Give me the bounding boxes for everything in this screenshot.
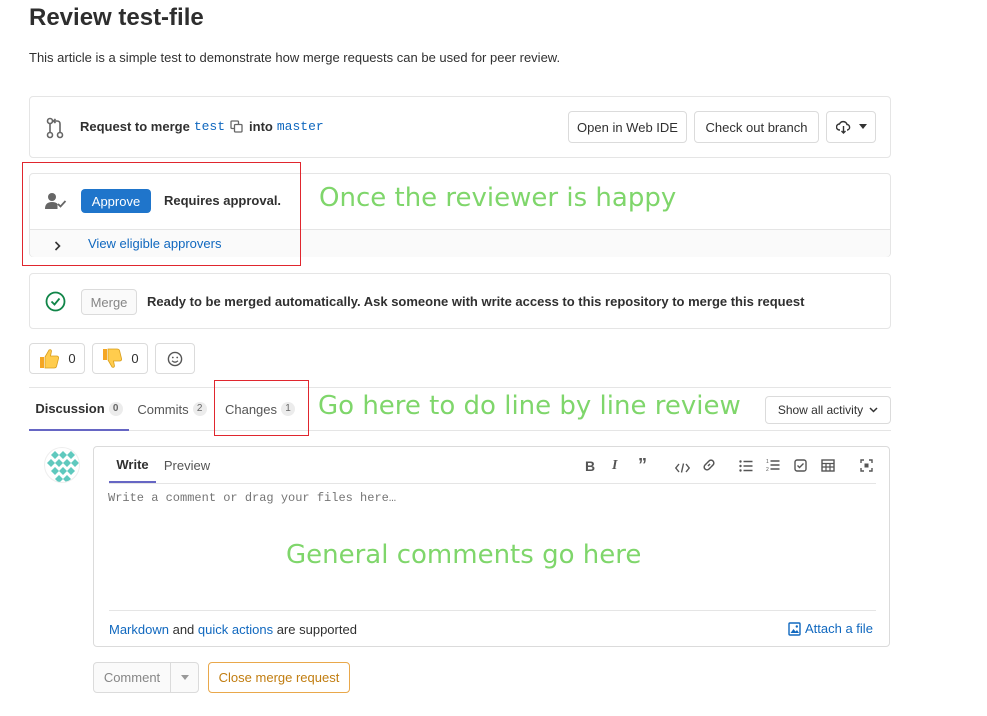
changes-annotation: Go here to do line by line review	[318, 391, 741, 421]
link-icon[interactable]	[702, 458, 716, 477]
supported-text: are supported	[276, 622, 357, 637]
quote-icon[interactable]: ”	[638, 455, 647, 476]
comment-split-button: Comment	[93, 662, 199, 693]
download-dropdown-button[interactable]	[826, 111, 876, 143]
quick-actions-link[interactable]: quick actions	[198, 622, 273, 637]
merge-button[interactable]: Merge	[81, 289, 137, 315]
into-label: into	[249, 119, 273, 134]
editor-toolbar-divider	[109, 483, 876, 484]
comment-annotation: General comments go here	[286, 540, 642, 570]
approval-highlight-box	[22, 162, 301, 266]
page-title: Review test-file	[29, 4, 204, 31]
tab-write-label: Write	[116, 456, 149, 472]
svg-text:1: 1	[766, 459, 769, 465]
merge-request-header: Request to merge test into master Open i…	[29, 96, 891, 158]
page-description: This article is a simple test to demonst…	[29, 50, 561, 65]
tab-preview[interactable]: Preview	[160, 447, 214, 483]
editor-footer-divider	[109, 610, 876, 611]
comment-type-dropdown[interactable]	[171, 663, 198, 692]
close-merge-request-button[interactable]: Close merge request	[208, 662, 350, 693]
avatar[interactable]	[44, 447, 80, 483]
request-to-merge-label: Request to merge	[80, 119, 190, 134]
tab-commits-count: 2	[192, 402, 207, 416]
activity-filter-label: Show all activity	[777, 403, 864, 417]
image-icon	[788, 621, 801, 636]
table-icon[interactable]	[821, 459, 835, 477]
tabs-bottom-divider	[29, 430, 891, 431]
italic-icon[interactable]: I	[612, 458, 617, 474]
source-branch[interactable]: test	[194, 119, 225, 134]
target-branch[interactable]: master	[277, 119, 324, 134]
chevron-down-icon	[869, 407, 878, 413]
and-text: and	[172, 622, 195, 637]
tab-write[interactable]: Write	[109, 447, 156, 483]
thumbs-down-award[interactable]: 0	[92, 343, 148, 374]
numbered-list-icon[interactable]: 12	[766, 458, 780, 477]
approval-annotation: Once the reviewer is happy	[319, 183, 677, 213]
add-reaction-button[interactable]	[155, 343, 195, 374]
bold-icon[interactable]: B	[585, 458, 595, 474]
tab-discussion-count: 0	[108, 401, 123, 416]
code-icon[interactable]	[674, 460, 691, 478]
activity-filter-dropdown[interactable]: Show all activity	[765, 396, 891, 424]
comment-button[interactable]: Comment	[94, 663, 171, 692]
tab-preview-label: Preview	[163, 457, 211, 473]
thumbs-up-award[interactable]: 0	[29, 343, 85, 374]
smiley-icon	[167, 351, 183, 367]
attach-file-link[interactable]: Attach a file	[788, 621, 873, 636]
changes-highlight-box	[214, 380, 309, 436]
thumbs-down-icon	[101, 348, 123, 369]
task-list-icon[interactable]	[794, 459, 807, 477]
chevron-down-icon	[858, 124, 867, 130]
merge-request-icon	[46, 117, 64, 144]
thumbs-up-count: 0	[68, 351, 76, 366]
tab-commits[interactable]: Commits 2	[131, 388, 213, 430]
comment-button-label: Comment	[103, 670, 161, 685]
fullscreen-icon[interactable]	[860, 459, 873, 477]
tab-commits-label: Commits	[137, 401, 189, 417]
tab-discussion-label: Discussion	[35, 401, 105, 416]
check-out-branch-button[interactable]: Check out branch	[694, 111, 819, 143]
bullet-list-icon[interactable]	[739, 459, 753, 477]
open-web-ide-button[interactable]: Open in Web IDE	[568, 111, 687, 143]
svg-text:2: 2	[766, 467, 769, 472]
attach-file-label: Attach a file	[805, 621, 873, 636]
check-circle-icon	[45, 291, 66, 317]
download-cloud-icon	[835, 120, 851, 134]
thumbs-up-icon	[38, 348, 60, 369]
merge-status-message: Ready to be merged automatically. Ask so…	[147, 294, 805, 309]
comment-form: Write Preview B I ” 12 General comments …	[93, 446, 890, 647]
merge-request-branches: Request to merge test into master	[80, 119, 324, 134]
markdown-link[interactable]: Markdown	[109, 622, 169, 637]
chevron-down-icon	[180, 675, 189, 680]
copy-branch-icon[interactable]	[230, 120, 243, 133]
thumbs-down-count: 0	[131, 351, 139, 366]
merge-widget: Merge Ready to be merged automatically. …	[29, 273, 891, 329]
markdown-hint: Markdown and quick actions are supported	[109, 622, 357, 637]
tab-discussion[interactable]: Discussion 0	[29, 388, 129, 431]
